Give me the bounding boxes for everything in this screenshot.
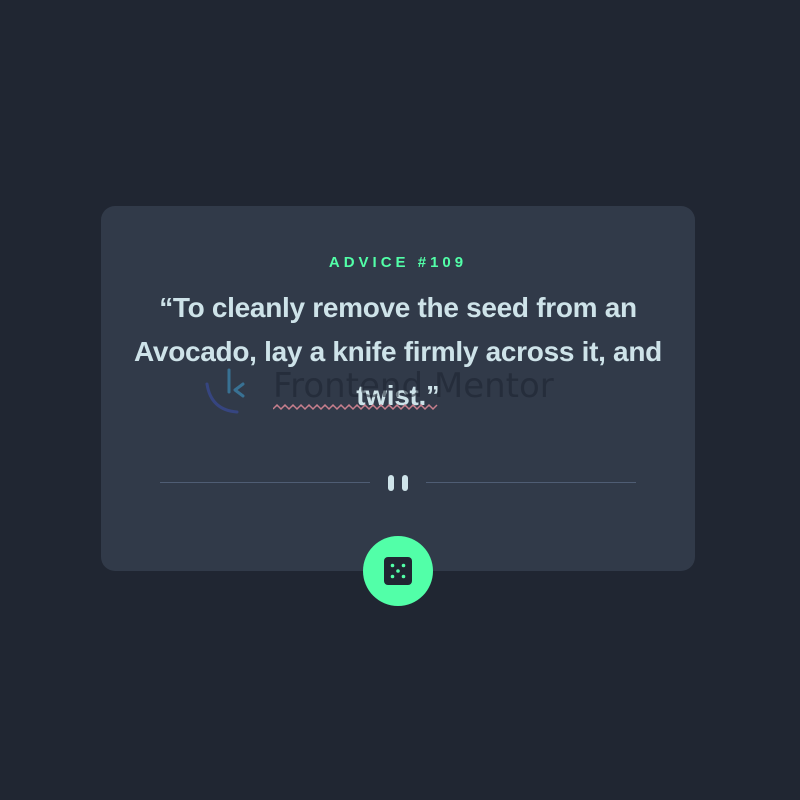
advice-card: ADVICE #109 “To cleanly remove the seed … bbox=[101, 206, 695, 571]
divider-line-left bbox=[160, 482, 370, 483]
new-advice-button[interactable] bbox=[363, 536, 433, 606]
dice-icon bbox=[384, 557, 412, 585]
advice-id: ADVICE #109 bbox=[328, 254, 468, 271]
spellcheck-underline bbox=[273, 403, 438, 411]
advice-quote: “To cleanly remove the seed from an Avoc… bbox=[134, 292, 662, 411]
pause-icon bbox=[386, 475, 410, 491]
divider-line-right bbox=[426, 482, 636, 483]
pattern-divider bbox=[160, 475, 636, 491]
